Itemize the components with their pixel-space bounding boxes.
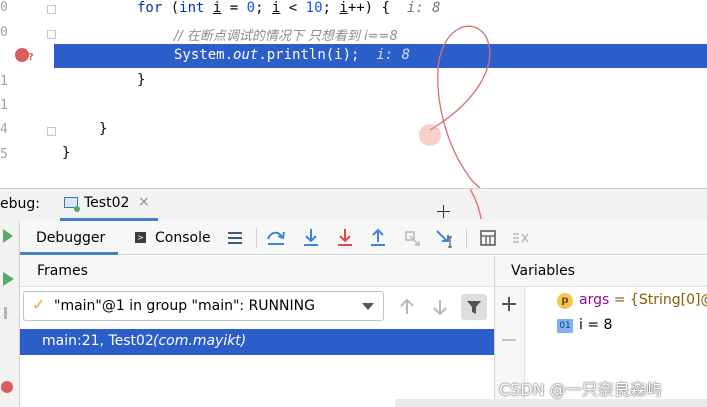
tab-label: Test02: [84, 195, 130, 211]
annotation-drawing: [429, 25, 491, 188]
tab-label: Debugger: [36, 230, 106, 246]
menu-icon[interactable]: [224, 227, 246, 249]
variable-value: = {String[0]@: [609, 292, 707, 308]
resume-icon[interactable]: [1, 271, 15, 287]
toolbar-separator: [466, 228, 467, 248]
frames-title: Frames: [37, 263, 88, 279]
debug-side-toolbar: [0, 221, 20, 407]
debug-label: ebug:: [0, 196, 40, 212]
remove-watch-icon[interactable]: [501, 332, 517, 348]
add-watch-icon[interactable]: [501, 296, 517, 312]
toolbar-separator: [256, 228, 257, 248]
thread-selector-value: "main"@1 in group "main": RUNNING: [54, 298, 315, 314]
tab-console[interactable]: > Console: [132, 221, 232, 255]
close-icon[interactable]: ×: [138, 194, 150, 210]
chevron-down-icon: [362, 303, 374, 310]
run-to-cursor-icon[interactable]: [434, 227, 456, 249]
variables-title: Variables: [511, 263, 575, 279]
debugger-toolbar: Debugger > Console: [20, 221, 707, 255]
frame-package: (com.mayikt): [153, 333, 247, 349]
frame-location: main:21, Test02: [42, 333, 154, 349]
trace-stream-icon[interactable]: [510, 227, 532, 249]
watermark: CSDN @一只奈良森屿: [499, 380, 662, 399]
cursor-highlight: [419, 124, 441, 146]
variables-header: Variables: [495, 256, 707, 287]
filter-icon[interactable]: [461, 294, 487, 320]
arrow-down-icon[interactable]: [427, 294, 453, 320]
code-editor[interactable]: 0 0 1 1 4 5 ? for (int i = 0; i < 10; i+…: [0, 0, 707, 188]
frames-panel: Frames ✓ "main"@1 in group "main": RUNNI…: [20, 256, 495, 407]
frame-row[interactable]: main:21, Test02 (com.mayikt): [20, 329, 494, 355]
debug-tool-window-header: ebug: Test02 ×: [0, 188, 707, 221]
crosshair-cursor-icon: [437, 205, 450, 218]
tab-label: Console: [155, 230, 211, 246]
variable-value: = 8: [582, 317, 613, 333]
pause-icon[interactable]: [4, 307, 7, 319]
running-indicator-icon: [74, 206, 80, 212]
stop-icon[interactable]: [1, 381, 13, 393]
annotation-drawing: [470, 189, 482, 220]
force-step-into-icon[interactable]: [334, 227, 356, 249]
step-into-icon[interactable]: [300, 227, 322, 249]
console-icon: >: [135, 232, 146, 243]
tab-test02[interactable]: Test02 ×: [60, 189, 158, 221]
tab-debugger[interactable]: Debugger: [20, 221, 118, 255]
step-over-icon[interactable]: [265, 227, 287, 249]
drop-frame-icon[interactable]: [401, 227, 423, 249]
evaluate-expression-icon[interactable]: [477, 227, 499, 249]
variable-name: args = {String[0]@: [579, 292, 707, 308]
variable-name: i = 8: [579, 317, 612, 333]
primitive-icon: 01: [557, 319, 573, 333]
rerun-icon[interactable]: [1, 227, 15, 245]
frames-header: Frames: [20, 256, 494, 287]
parameter-icon: p: [557, 293, 573, 309]
step-out-icon[interactable]: [367, 227, 389, 249]
check-icon: ✓: [32, 295, 46, 314]
bottom-status-strip: [395, 399, 707, 407]
arrow-up-icon[interactable]: [394, 294, 420, 320]
variable-name-text: args: [579, 292, 610, 308]
thread-selector[interactable]: ✓ "main"@1 in group "main": RUNNING: [23, 291, 384, 321]
